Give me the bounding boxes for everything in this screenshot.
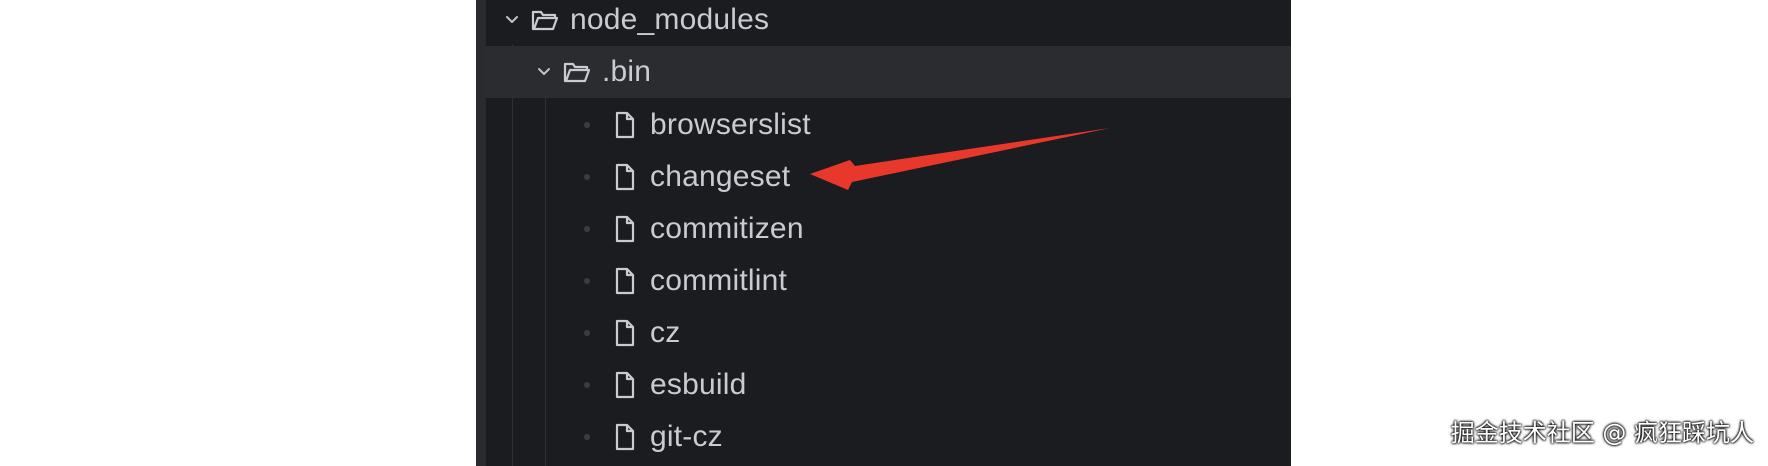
watermark: 掘金技术社区 @ 疯狂踩坑人 [1450,419,1754,447]
file-icon [610,214,640,244]
folder-open-icon [530,5,560,35]
file-icon [610,318,640,348]
tree-row-file[interactable]: esbuild [486,359,1291,411]
file-icon [610,370,640,400]
file-label: git-cz [650,420,723,453]
explorer-edge [476,0,486,466]
file-label: commitlint [650,264,788,297]
file-label: browserslist [650,108,811,141]
file-icon [610,162,640,192]
tree-bullet [584,278,590,284]
file-icon [610,422,640,452]
tree-bullet [584,382,590,388]
file-label: esbuild [650,368,747,401]
tree-row-file[interactable]: git-cz [486,411,1291,463]
tree-bullet [584,330,590,336]
file-icon [610,110,640,140]
folder-label: node_modules [570,3,770,36]
tree-row-file[interactable]: changeset [486,151,1291,203]
folder-open-icon [562,57,592,87]
tree-row-file[interactable]: browserslist [486,99,1291,151]
tree-bullet [584,174,590,180]
tree-row-file[interactable]: commitizen [486,203,1291,255]
tree-row-file[interactable]: cz [486,307,1291,359]
file-explorer-panel: node_modules .bin browserslist changeset… [476,0,1291,466]
file-label: commitizen [650,212,804,245]
tree-bullet [584,434,590,440]
folder-label: .bin [602,55,652,88]
file-label: cz [650,316,681,349]
tree-bullet [584,226,590,232]
tree-row-node-modules[interactable]: node_modules [486,0,1291,46]
tree-row-file[interactable]: commitlint [486,255,1291,307]
file-icon [610,266,640,296]
chevron-down-icon[interactable] [504,12,520,28]
chevron-down-icon[interactable] [536,64,552,80]
tree-bullet [584,122,590,128]
tree-row-bin[interactable]: .bin [486,46,1291,98]
file-label: changeset [650,160,791,193]
